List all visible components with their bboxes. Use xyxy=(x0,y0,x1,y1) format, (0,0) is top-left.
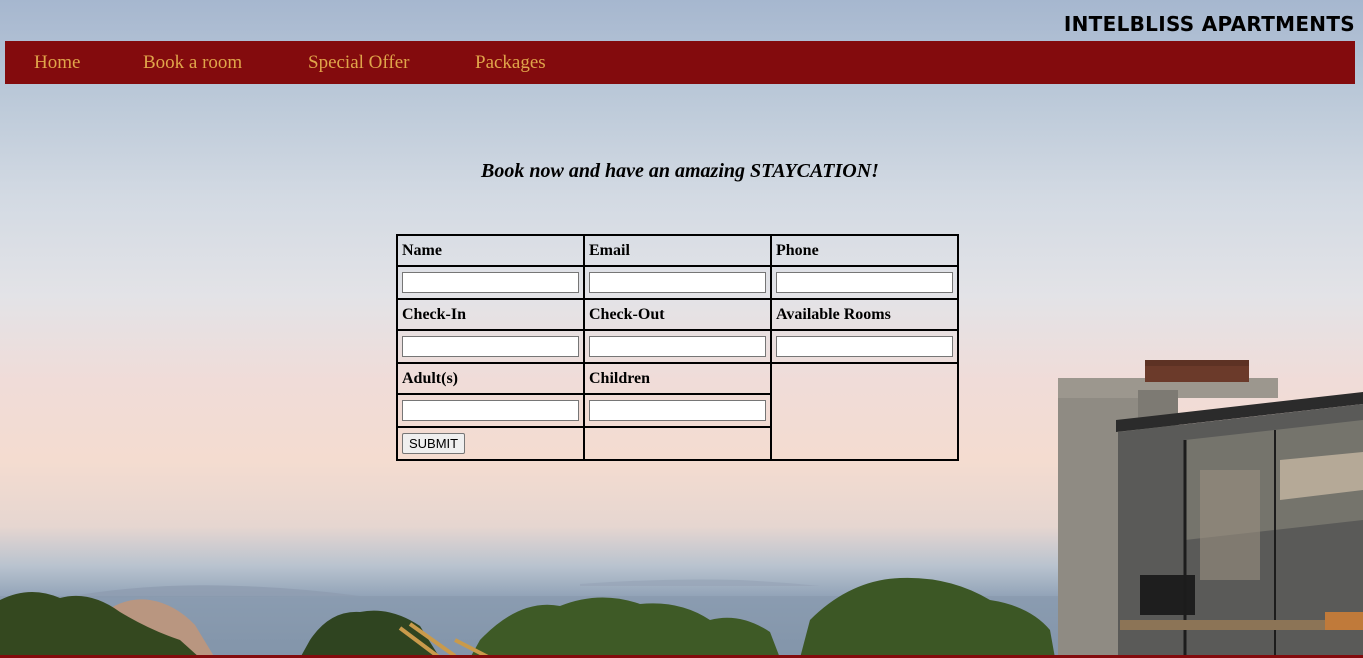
empty-cell xyxy=(770,362,959,461)
page-headline: Book now and have an amazing STAYCATION! xyxy=(481,160,879,182)
trees xyxy=(800,577,1055,658)
available-rooms-input[interactable] xyxy=(776,336,953,357)
empty-cell xyxy=(583,426,771,461)
check-in-label: Check-In xyxy=(396,298,585,331)
children-cell xyxy=(583,393,772,428)
available-rooms-label: Available Rooms xyxy=(770,298,959,331)
phone-input[interactable] xyxy=(776,272,953,293)
name-input[interactable] xyxy=(402,272,579,293)
children-label: Children xyxy=(583,362,772,395)
site-title: INTELBLISS APARTMENTS xyxy=(1063,12,1355,36)
adults-label: Adult(s) xyxy=(396,362,585,395)
submit-cell: SUBMIT xyxy=(396,426,585,461)
nav-link-special-offer[interactable]: Special Offer xyxy=(308,52,409,74)
submit-button[interactable]: SUBMIT xyxy=(402,433,466,454)
nav-link-home[interactable]: Home xyxy=(34,52,80,74)
main-navigation: Home Book a room Special Offer Packages xyxy=(5,41,1355,84)
adults-cell xyxy=(396,393,585,428)
chimney xyxy=(1145,364,1249,382)
check-in-cell xyxy=(396,329,585,364)
phone-cell xyxy=(770,265,959,300)
nav-link-packages[interactable]: Packages xyxy=(475,52,546,74)
email-label: Email xyxy=(583,234,772,267)
distant-island xyxy=(580,579,820,586)
email-cell xyxy=(583,265,772,300)
nav-link-book-a-room[interactable]: Book a room xyxy=(143,52,242,74)
name-cell xyxy=(396,265,585,300)
email-input[interactable] xyxy=(589,272,766,293)
adults-input[interactable] xyxy=(402,400,579,421)
name-label: Name xyxy=(396,234,585,267)
children-input[interactable] xyxy=(589,400,766,421)
booking-form-table: Name Email Phone Check-In Check-Out Avai… xyxy=(396,234,959,461)
check-in-input[interactable] xyxy=(402,336,579,357)
available-rooms-cell xyxy=(770,329,959,364)
check-out-input[interactable] xyxy=(589,336,766,357)
phone-label: Phone xyxy=(770,234,959,267)
check-out-cell xyxy=(583,329,772,364)
check-out-label: Check-Out xyxy=(583,298,772,331)
